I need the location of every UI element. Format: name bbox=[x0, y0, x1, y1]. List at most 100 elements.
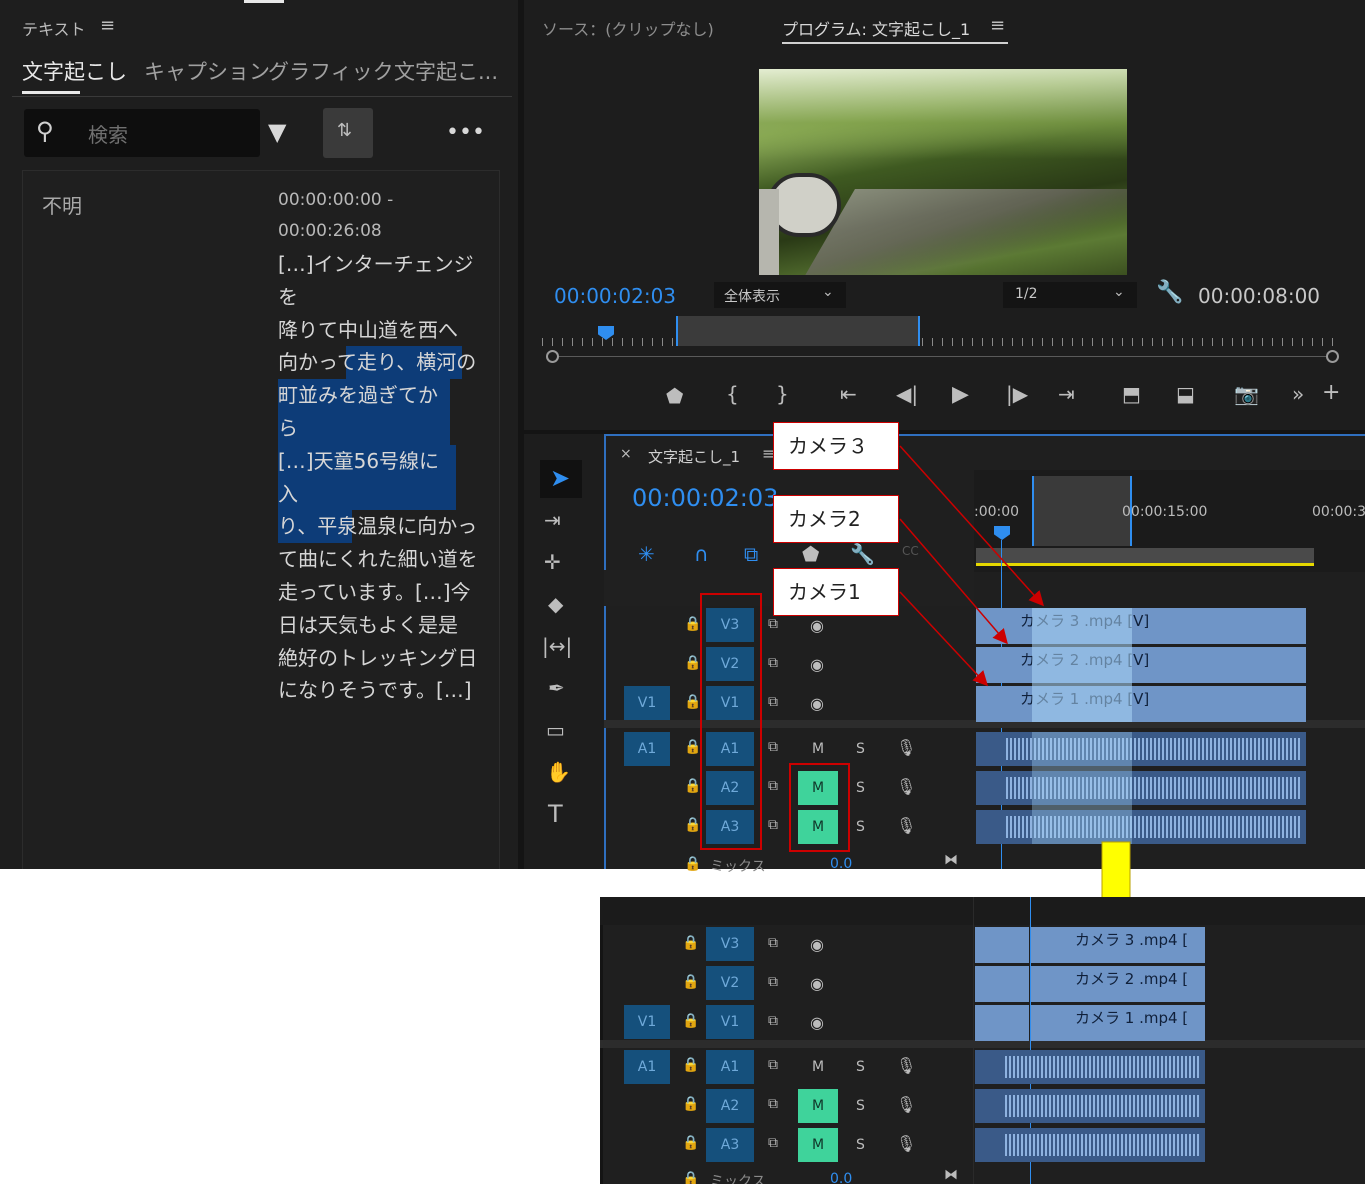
snap-icon[interactable]: ✳ bbox=[638, 542, 655, 566]
ruler-work-area[interactable] bbox=[1032, 476, 1132, 546]
sync-lock-icon[interactable]: ⧉ bbox=[768, 739, 778, 755]
mic-icon[interactable]: 🎙 bbox=[896, 738, 916, 757]
transcript-line[interactable]: 町並みを過ぎてから bbox=[278, 379, 450, 445]
search-input[interactable]: 検索 bbox=[88, 119, 128, 148]
clip-v1[interactable]: カメラ 1 .mp4 [V] bbox=[976, 686, 1306, 722]
track-a2-after[interactable]: A2 bbox=[706, 1089, 754, 1123]
mute-a2-after[interactable]: M bbox=[798, 1089, 838, 1123]
track-a1-after[interactable]: A1 bbox=[706, 1050, 754, 1084]
sync-lock-icon[interactable]: ⧉ bbox=[768, 1135, 778, 1151]
eye-icon[interactable]: ◉ bbox=[810, 694, 824, 713]
source-v1-after[interactable]: V1 bbox=[624, 1005, 670, 1039]
eye-icon[interactable]: ◉ bbox=[810, 1013, 824, 1032]
captions-icon[interactable]: CC bbox=[902, 544, 919, 558]
hand-icon[interactable]: ✋ bbox=[546, 760, 571, 784]
clip-a3[interactable] bbox=[976, 810, 1306, 844]
tab-captions[interactable]: キャプション bbox=[144, 56, 270, 86]
linked-selection-icon[interactable]: ⧉ bbox=[744, 542, 758, 566]
close-tab-icon[interactable]: × bbox=[620, 446, 632, 462]
rectangle-icon[interactable]: ▭ bbox=[546, 718, 565, 742]
tab-graphics[interactable]: グラフィック bbox=[268, 56, 394, 86]
sequence-tab[interactable]: 文字起こし_1 bbox=[648, 446, 740, 467]
extract-icon[interactable]: ⬓ bbox=[1176, 382, 1195, 406]
transcript-line[interactable]: 降りて中山道を西へ bbox=[278, 314, 488, 347]
panel-menu-icon[interactable]: ≡ bbox=[100, 15, 115, 36]
timeline-current-time[interactable]: 00:00:02:03 bbox=[632, 484, 778, 512]
sync-button[interactable]: ⇅ bbox=[323, 108, 373, 158]
lock-icon[interactable]: 🔒 bbox=[682, 1013, 699, 1029]
transcript-line[interactable]: […]インターチェンジを bbox=[278, 248, 488, 314]
selection-tool[interactable]: ➤ bbox=[540, 460, 582, 498]
sync-lock-icon[interactable]: ⧉ bbox=[768, 655, 778, 671]
track-v2-after[interactable]: V2 bbox=[706, 966, 754, 1000]
timeline-scrollbar[interactable] bbox=[976, 548, 1314, 566]
wrench-icon[interactable]: 🔧 bbox=[1156, 280, 1183, 305]
add-button-icon[interactable]: + bbox=[1322, 380, 1340, 405]
ripple-edit-icon[interactable]: ✛ bbox=[544, 550, 561, 574]
tab-transcript-2[interactable]: 文字起こ... bbox=[394, 56, 498, 86]
slip-icon[interactable]: |↔| bbox=[542, 634, 572, 658]
mic-icon[interactable]: 🎙 bbox=[896, 777, 916, 796]
lock-icon[interactable]: 🔒 bbox=[682, 1135, 699, 1151]
marker-icon[interactable]: ⬟ bbox=[802, 542, 819, 566]
clip-v2[interactable]: カメラ 2 .mp4 [V] bbox=[976, 647, 1306, 683]
program-tab[interactable]: プログラム: 文字起こし_1 bbox=[782, 16, 970, 40]
lock-icon[interactable]: 🔒 bbox=[682, 1057, 699, 1073]
step-forward-icon[interactable]: |▶ bbox=[1006, 382, 1028, 406]
sync-lock-icon[interactable]: ⧉ bbox=[768, 1057, 778, 1073]
sync-lock-icon[interactable]: ⧉ bbox=[768, 694, 778, 710]
transcript-line[interactable]: り、平泉温泉に向かっ bbox=[278, 510, 488, 544]
eye-icon[interactable]: ◉ bbox=[810, 655, 824, 674]
mic-icon[interactable]: 🎙 bbox=[896, 1056, 916, 1075]
sync-lock-icon[interactable]: ⧉ bbox=[768, 616, 778, 632]
track-a3-after[interactable]: A3 bbox=[706, 1128, 754, 1162]
clip-v1-tail[interactable]: カメラ 1 .mp4 [ bbox=[1031, 1005, 1205, 1041]
search-box[interactable]: ⚲ 検索 bbox=[24, 109, 260, 157]
lock-icon[interactable]: 🔒 bbox=[684, 739, 701, 755]
sync-lock-icon[interactable]: ⧉ bbox=[768, 935, 778, 951]
sync-lock-icon[interactable]: ⧉ bbox=[768, 1013, 778, 1029]
lock-icon[interactable]: 🔒 bbox=[684, 817, 701, 833]
solo-a3-after[interactable]: S bbox=[856, 1137, 865, 1153]
transcript-text[interactable]: […]インターチェンジを 降りて中山道を西へ 向かって走り、横河の 町並みを過ぎ… bbox=[278, 248, 488, 707]
track-v3-after[interactable]: V3 bbox=[706, 927, 754, 961]
clip-a1[interactable] bbox=[976, 732, 1306, 766]
mix-value[interactable]: 0.0 bbox=[830, 1171, 852, 1184]
clip-v2-head[interactable] bbox=[975, 966, 1029, 1002]
clip-a2-after[interactable] bbox=[975, 1089, 1205, 1123]
camera-icon[interactable]: 📷 bbox=[1234, 382, 1259, 406]
sync-lock-icon[interactable]: ⧉ bbox=[768, 974, 778, 990]
lift-icon[interactable]: ⬒ bbox=[1122, 382, 1141, 406]
program-ruler[interactable] bbox=[542, 320, 1336, 346]
solo-a2[interactable]: S bbox=[856, 780, 865, 796]
lock-icon[interactable]: 🔒 bbox=[684, 655, 701, 671]
filter-icon[interactable]: ▼ bbox=[268, 118, 286, 146]
source-a1-after[interactable]: A1 bbox=[624, 1050, 670, 1084]
work-area-bar[interactable] bbox=[676, 316, 920, 346]
mute-a3-after[interactable]: M bbox=[798, 1128, 838, 1162]
program-current-time[interactable]: 00:00:02:03 bbox=[554, 284, 676, 308]
track-v1-after[interactable]: V1 bbox=[706, 1005, 754, 1039]
magnet-icon[interactable]: ∩ bbox=[694, 542, 709, 566]
resolution-dropdown[interactable]: 1/2 ⌄ bbox=[1003, 282, 1137, 308]
source-tab[interactable]: ソース：(クリップなし) bbox=[542, 16, 714, 40]
more-controls-icon[interactable]: » bbox=[1292, 382, 1304, 406]
transcript-line[interactable]: 絶好のトレッキング日 bbox=[278, 642, 488, 675]
type-icon[interactable]: T bbox=[548, 800, 563, 828]
eye-icon[interactable]: ◉ bbox=[810, 616, 824, 635]
clip-v3[interactable]: カメラ 3 .mp4 [V] bbox=[976, 608, 1306, 644]
transcript-line[interactable]: […]天童56号線に入 bbox=[278, 444, 456, 511]
lock-icon[interactable]: 🔒 bbox=[682, 1096, 699, 1112]
transcript-line[interactable]: 日は天気もよく是是 bbox=[278, 609, 488, 642]
source-a1[interactable]: A1 bbox=[624, 732, 670, 766]
clip-v3-head[interactable] bbox=[975, 927, 1029, 963]
mark-in-icon[interactable]: { bbox=[726, 382, 739, 406]
go-to-in-icon[interactable]: ⇤ bbox=[840, 382, 857, 406]
solo-a1[interactable]: S bbox=[856, 741, 865, 757]
lock-icon[interactable]: 🔒 bbox=[684, 616, 701, 632]
transcript-line[interactable]: になりそうです。[…] bbox=[278, 674, 488, 707]
solo-a2-after[interactable]: S bbox=[856, 1098, 865, 1114]
clip-v3-tail[interactable]: カメラ 3 .mp4 [ bbox=[1031, 927, 1205, 963]
clip-a3-after[interactable] bbox=[975, 1128, 1205, 1162]
track-select-icon[interactable]: ⇥ bbox=[544, 508, 561, 532]
